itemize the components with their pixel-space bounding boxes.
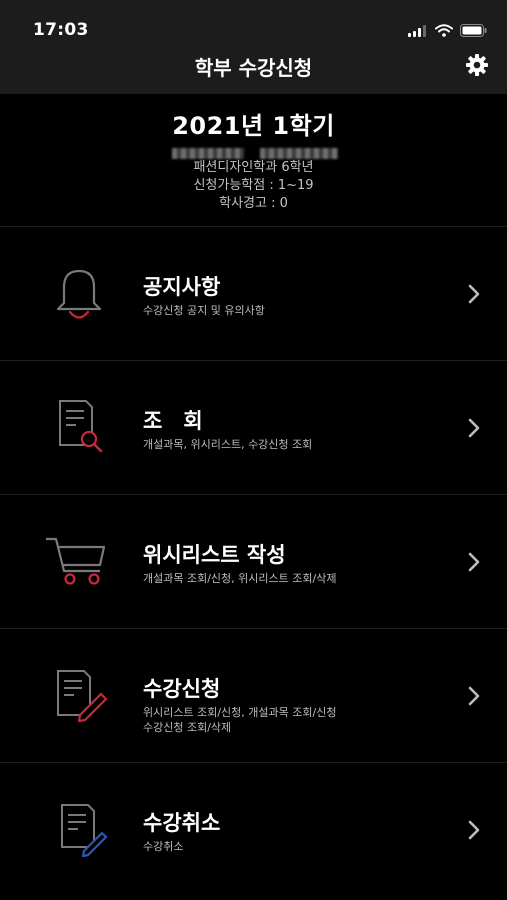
menu-title: 조 회 bbox=[143, 409, 203, 433]
status-time: 17:03 bbox=[33, 20, 89, 40]
academic-warning: 학사경고 : 0 bbox=[219, 196, 288, 211]
signal-icon bbox=[408, 24, 426, 37]
status-bar: 17:03 bbox=[0, 0, 507, 44]
chevron-right-icon bbox=[468, 820, 480, 840]
menu-description-line2: 수강신청 조회/삭제 bbox=[143, 721, 232, 734]
document-cancel-icon bbox=[61, 804, 108, 858]
main-menu: 공지사항 수강신청 공지 및 유의사항 조 회 개설과목, 위시리스트, 수강신… bbox=[0, 226, 507, 896]
menu-title: 수강취소 bbox=[143, 811, 221, 835]
nav-bar: 학부 수강신청 bbox=[0, 44, 507, 94]
menu-item-registration[interactable]: 수강신청 위시리스트 조회/신청, 개설과목 조회/신청 수강신청 조회/삭제 bbox=[0, 628, 507, 762]
document-search-icon bbox=[59, 400, 103, 453]
status-icons bbox=[408, 24, 487, 37]
menu-title: 공지사항 bbox=[143, 275, 221, 299]
menu-title: 수강신청 bbox=[143, 677, 221, 701]
menu-description: 수강신청 공지 및 유의사항 bbox=[143, 304, 265, 317]
blurred-student-name bbox=[172, 148, 338, 159]
menu-item-inquiry[interactable]: 조 회 개설과목, 위시리스트, 수강신청 조회 bbox=[0, 360, 507, 494]
chevron-right-icon bbox=[468, 284, 480, 304]
battery-icon bbox=[460, 24, 487, 37]
chevron-right-icon bbox=[468, 552, 480, 572]
menu-description: 수강취소 bbox=[143, 840, 184, 853]
menu-description: 개설과목 조회/신청, 위시리스트 조회/삭제 bbox=[143, 572, 337, 585]
bell-icon bbox=[56, 269, 102, 319]
chevron-right-icon bbox=[468, 686, 480, 706]
menu-description: 위시리스트 조회/신청, 개설과목 조회/신청 bbox=[143, 706, 337, 719]
chevron-right-icon bbox=[468, 418, 480, 438]
menu-description: 개설과목, 위시리스트, 수강신청 조회 bbox=[143, 438, 313, 451]
settings-button[interactable] bbox=[461, 49, 493, 81]
menu-item-cancel[interactable]: 수강취소 수강취소 bbox=[0, 762, 507, 896]
department-year: 패션디자인학과 6학년 bbox=[193, 160, 314, 175]
menu-item-wishlist[interactable]: 위시리스트 작성 개설과목 조회/신청, 위시리스트 조회/삭제 bbox=[0, 494, 507, 628]
term-title: 2021년 1학기 bbox=[172, 112, 335, 140]
cart-icon bbox=[46, 537, 106, 585]
student-info: 2021년 1학기 패션디자인학과 6학년 신청가능학점 : 1~19 학사경고… bbox=[0, 94, 507, 226]
wifi-icon bbox=[435, 24, 453, 37]
document-edit-icon bbox=[57, 670, 108, 723]
page-title: 학부 수강신청 bbox=[194, 56, 313, 80]
credits-available: 신청가능학점 : 1~19 bbox=[193, 178, 314, 193]
menu-item-notice[interactable]: 공지사항 수강신청 공지 및 유의사항 bbox=[0, 226, 507, 360]
gear-icon bbox=[466, 54, 488, 76]
menu-title: 위시리스트 작성 bbox=[143, 543, 286, 567]
